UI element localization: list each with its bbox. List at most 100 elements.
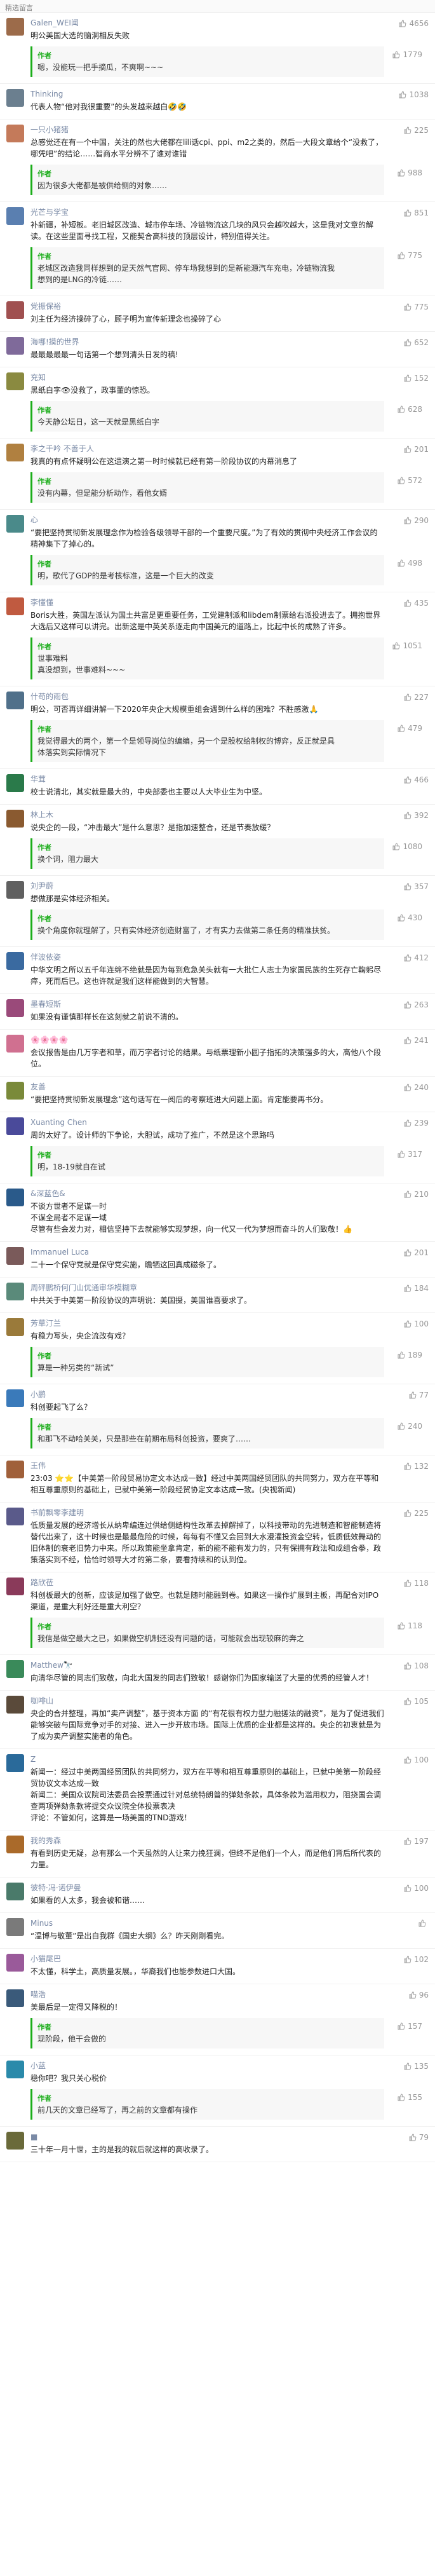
- avatar[interactable]: [6, 2132, 24, 2150]
- avatar[interactable]: [6, 89, 24, 107]
- like-button[interactable]: 239: [404, 1119, 429, 1128]
- like-button[interactable]: 184: [404, 1284, 429, 1293]
- commenter-name[interactable]: 小鹏: [30, 1389, 384, 1400]
- commenter-name[interactable]: 路欣莅: [30, 1578, 384, 1588]
- commenter-name[interactable]: 光芒与学宝: [30, 207, 384, 217]
- commenter-name[interactable]: 🌸🌸🌸🌸: [30, 1035, 384, 1045]
- like-button[interactable]: 118: [404, 1579, 429, 1588]
- like-button[interactable]: 240: [404, 1083, 429, 1092]
- like-button[interactable]: 79: [409, 2133, 429, 2142]
- like-button[interactable]: 108: [404, 1661, 429, 1670]
- avatar[interactable]: [6, 1954, 24, 1972]
- like-button[interactable]: 225: [404, 1509, 429, 1518]
- avatar[interactable]: [6, 1389, 24, 1407]
- like-button[interactable]: 466: [404, 775, 429, 784]
- like-button[interactable]: 201: [404, 1248, 429, 1257]
- like-button[interactable]: 135: [404, 2062, 429, 2071]
- like-button[interactable]: 241: [404, 1036, 429, 1045]
- like-button[interactable]: 435: [404, 599, 429, 608]
- avatar[interactable]: [6, 337, 24, 355]
- commenter-name[interactable]: 一只小猪猪: [30, 125, 384, 135]
- commenter-name[interactable]: Z: [30, 1754, 384, 1764]
- like-button[interactable]: 210: [404, 1190, 429, 1199]
- like-button[interactable]: 652: [404, 338, 429, 347]
- like-button[interactable]: 851: [404, 208, 429, 217]
- avatar[interactable]: [6, 774, 24, 792]
- commenter-name[interactable]: 墨春短斯: [30, 999, 384, 1009]
- avatar[interactable]: [6, 2061, 24, 2078]
- avatar[interactable]: [6, 1989, 24, 2007]
- like-button[interactable]: 225: [404, 126, 429, 135]
- reply-like-button[interactable]: 240: [398, 1422, 422, 1431]
- like-button[interactable]: 775: [404, 303, 429, 311]
- avatar[interactable]: [6, 515, 24, 533]
- avatar[interactable]: [6, 1082, 24, 1100]
- commenter-name[interactable]: 伴波依姿: [30, 952, 384, 962]
- reply-like-button[interactable]: 1779: [392, 50, 422, 59]
- like-button[interactable]: 77: [409, 1391, 429, 1400]
- like-button[interactable]: 105: [404, 1697, 429, 1706]
- commenter-name[interactable]: Galen_WEI闻: [30, 18, 384, 28]
- commenter-name[interactable]: 小猫尾巴: [30, 1954, 384, 1964]
- commenter-name[interactable]: 周砰鹏桥何门山优通审华模糊章: [30, 1283, 384, 1293]
- commenter-name[interactable]: 充知: [30, 372, 384, 383]
- avatar[interactable]: [6, 881, 24, 899]
- avatar[interactable]: [6, 1318, 24, 1336]
- avatar[interactable]: [6, 372, 24, 390]
- avatar[interactable]: [6, 1247, 24, 1265]
- reply-like-button[interactable]: 430: [398, 913, 422, 922]
- avatar[interactable]: [6, 125, 24, 142]
- like-button[interactable]: 197: [404, 1837, 429, 1846]
- avatar[interactable]: [6, 952, 24, 970]
- commenter-name[interactable]: Immanuel Luca: [30, 1247, 384, 1257]
- avatar[interactable]: [6, 1283, 24, 1300]
- like-button[interactable]: 227: [404, 693, 429, 702]
- like-button[interactable]: 412: [404, 953, 429, 962]
- avatar[interactable]: [6, 207, 24, 225]
- commenter-name[interactable]: 书前飘零李建明: [30, 1508, 384, 1518]
- reply-like-button[interactable]: 498: [398, 559, 422, 568]
- avatar[interactable]: [6, 1461, 24, 1478]
- like-button[interactable]: 100: [404, 1319, 429, 1328]
- reply-like-button[interactable]: 189: [398, 1351, 422, 1360]
- commenter-name[interactable]: Matthew🔭: [30, 1660, 384, 1670]
- like-button[interactable]: 1038: [399, 90, 429, 99]
- avatar[interactable]: [6, 1117, 24, 1135]
- like-button[interactable]: 100: [404, 1884, 429, 1893]
- commenter-name[interactable]: &深蓝色&: [30, 1189, 384, 1199]
- commenter-name[interactable]: 刘尹蔚: [30, 881, 384, 891]
- like-button[interactable]: 132: [404, 1462, 429, 1471]
- commenter-name[interactable]: ■: [30, 2132, 384, 2142]
- avatar[interactable]: [6, 1696, 24, 1714]
- like-button[interactable]: 201: [404, 445, 429, 454]
- like-button[interactable]: 290: [404, 516, 429, 525]
- avatar[interactable]: [6, 301, 24, 319]
- like-button[interactable]: 100: [404, 1755, 429, 1764]
- commenter-name[interactable]: Xuanting Chen: [30, 1117, 384, 1128]
- like-button[interactable]: 357: [404, 882, 429, 891]
- commenter-name[interactable]: 我的秀森: [30, 1836, 384, 1846]
- like-button[interactable]: 392: [404, 811, 429, 820]
- avatar[interactable]: [6, 1918, 24, 1936]
- reply-like-button[interactable]: 628: [398, 405, 422, 414]
- avatar[interactable]: [6, 18, 24, 36]
- reply-like-button[interactable]: 157: [398, 2022, 422, 2031]
- avatar[interactable]: [6, 597, 24, 615]
- like-button[interactable]: 263: [404, 1000, 429, 1009]
- like-button[interactable]: 96: [409, 1991, 429, 2000]
- avatar[interactable]: [6, 1754, 24, 1772]
- avatar[interactable]: [6, 1883, 24, 1900]
- avatar[interactable]: [6, 810, 24, 828]
- commenter-name[interactable]: 芳草汀兰: [30, 1318, 384, 1328]
- commenter-name[interactable]: 海哪!摸的世界: [30, 337, 384, 347]
- reply-like-button[interactable]: 775: [398, 251, 422, 260]
- commenter-name[interactable]: Minus: [30, 1918, 384, 1928]
- reply-like-button[interactable]: 1051: [392, 641, 422, 650]
- avatar[interactable]: [6, 1189, 24, 1206]
- like-button[interactable]: 102: [404, 1955, 429, 1964]
- commenter-name[interactable]: 友善: [30, 1082, 384, 1092]
- like-button[interactable]: 4656: [399, 19, 429, 28]
- avatar[interactable]: [6, 692, 24, 709]
- reply-like-button[interactable]: 479: [398, 724, 422, 733]
- reply-like-button[interactable]: 118: [398, 1621, 422, 1630]
